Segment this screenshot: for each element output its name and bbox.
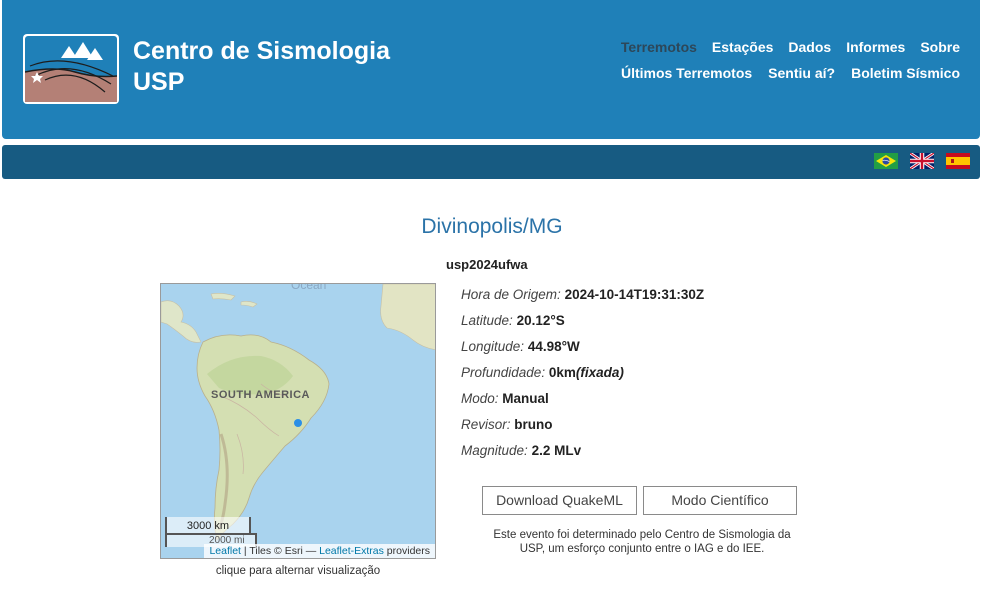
providers-text: providers xyxy=(383,545,430,557)
nav-ultimos-terremotos[interactable]: Últimos Terremotos xyxy=(621,65,752,81)
brazil-flag-icon[interactable] xyxy=(874,153,898,169)
event-note: Este evento foi determinado pelo Centro … xyxy=(493,529,791,555)
language-flags xyxy=(874,153,970,169)
detail-value: 44.98°W xyxy=(527,339,580,354)
nav-dados[interactable]: Dados xyxy=(788,39,831,55)
site-title[interactable]: Centro de Sismologia USP xyxy=(133,36,390,98)
secondary-nav: Últimos Terremotos Sentiu aí? Boletim Sí… xyxy=(621,65,960,81)
detail-origin-time: Hora de Origem: 2024-10-14T19:31:30Z xyxy=(461,287,704,313)
continent-label: SOUTH AMERICA xyxy=(211,389,310,401)
event-id: usp2024ufwa xyxy=(446,257,528,272)
nav-informes[interactable]: Informes xyxy=(846,39,905,55)
detail-longitude: Longitude: 44.98°W xyxy=(461,339,704,365)
site-title-line1: Centro de Sismologia xyxy=(133,37,390,65)
detail-value: 20.12°S xyxy=(516,313,565,328)
detail-value: bruno xyxy=(514,417,553,432)
mountain-logo-icon xyxy=(25,36,117,102)
download-quakeml-button[interactable]: Download QuakeML xyxy=(482,486,637,515)
detail-value: 2024-10-14T19:31:30Z xyxy=(564,287,705,302)
detail-reviewer: Revisor: bruno xyxy=(461,417,704,443)
scientific-mode-button[interactable]: Modo Científico xyxy=(643,486,797,515)
detail-label: Revisor: xyxy=(461,417,511,432)
detail-label: Hora de Origem: xyxy=(461,287,561,302)
nav-terremotos[interactable]: Terremotos xyxy=(621,39,697,55)
nav-sobre[interactable]: Sobre xyxy=(920,39,960,55)
detail-label: Longitude: xyxy=(461,339,525,354)
event-marker-icon[interactable] xyxy=(294,419,302,427)
site-header: Centro de Sismologia USP Terremotos Esta… xyxy=(2,0,980,139)
detail-value: Manual xyxy=(502,391,549,406)
event-title: Divinopolis/MG xyxy=(421,215,563,238)
tiles-credit: | Tiles © Esri — xyxy=(240,545,320,557)
detail-label: Latitude: xyxy=(461,313,513,328)
event-details: Hora de Origem: 2024-10-14T19:31:30Z Lat… xyxy=(461,287,704,469)
nav-sentiu-ai[interactable]: Sentiu aí? xyxy=(768,65,835,81)
event-map[interactable]: Ocean SOUTH AMERICA 3000 km 2000 mi Leaf… xyxy=(160,283,436,559)
detail-value: 0km xyxy=(548,365,576,380)
nav-estacoes[interactable]: Estações xyxy=(712,39,773,55)
detail-magnitude: Magnitude: 2.2 MLv xyxy=(461,443,704,469)
map-scale: 3000 km 2000 mi xyxy=(165,517,257,547)
detail-label: Profundidade: xyxy=(461,365,546,380)
detail-label: Modo: xyxy=(461,391,499,406)
site-logo[interactable] xyxy=(23,34,119,104)
detail-value-suffix: (fixada) xyxy=(575,365,624,380)
detail-value: 2.2 MLv xyxy=(531,443,582,458)
map-caption: clique para alternar visualização xyxy=(215,565,381,577)
map-attribution: Leaflet | Tiles © Esri — Leaflet-Extras … xyxy=(204,544,435,558)
leaflet-link[interactable]: Leaflet xyxy=(209,545,241,557)
ocean-label: Ocean xyxy=(291,283,327,292)
detail-latitude: Latitude: 20.12°S xyxy=(461,313,704,339)
spain-flag-icon[interactable] xyxy=(946,153,970,169)
detail-depth: Profundidade: 0km(fixada) xyxy=(461,365,704,391)
leaflet-extras-link[interactable]: Leaflet-Extras xyxy=(319,545,384,557)
nav-boletim-sismico[interactable]: Boletim Sísmico xyxy=(851,65,960,81)
uk-flag-icon[interactable] xyxy=(910,153,934,169)
language-bar xyxy=(2,145,980,179)
primary-nav: Terremotos Estações Dados Informes Sobre xyxy=(621,39,960,55)
detail-label: Magnitude: xyxy=(461,443,528,458)
site-title-line2: USP xyxy=(133,68,185,96)
detail-mode: Modo: Manual xyxy=(461,391,704,417)
